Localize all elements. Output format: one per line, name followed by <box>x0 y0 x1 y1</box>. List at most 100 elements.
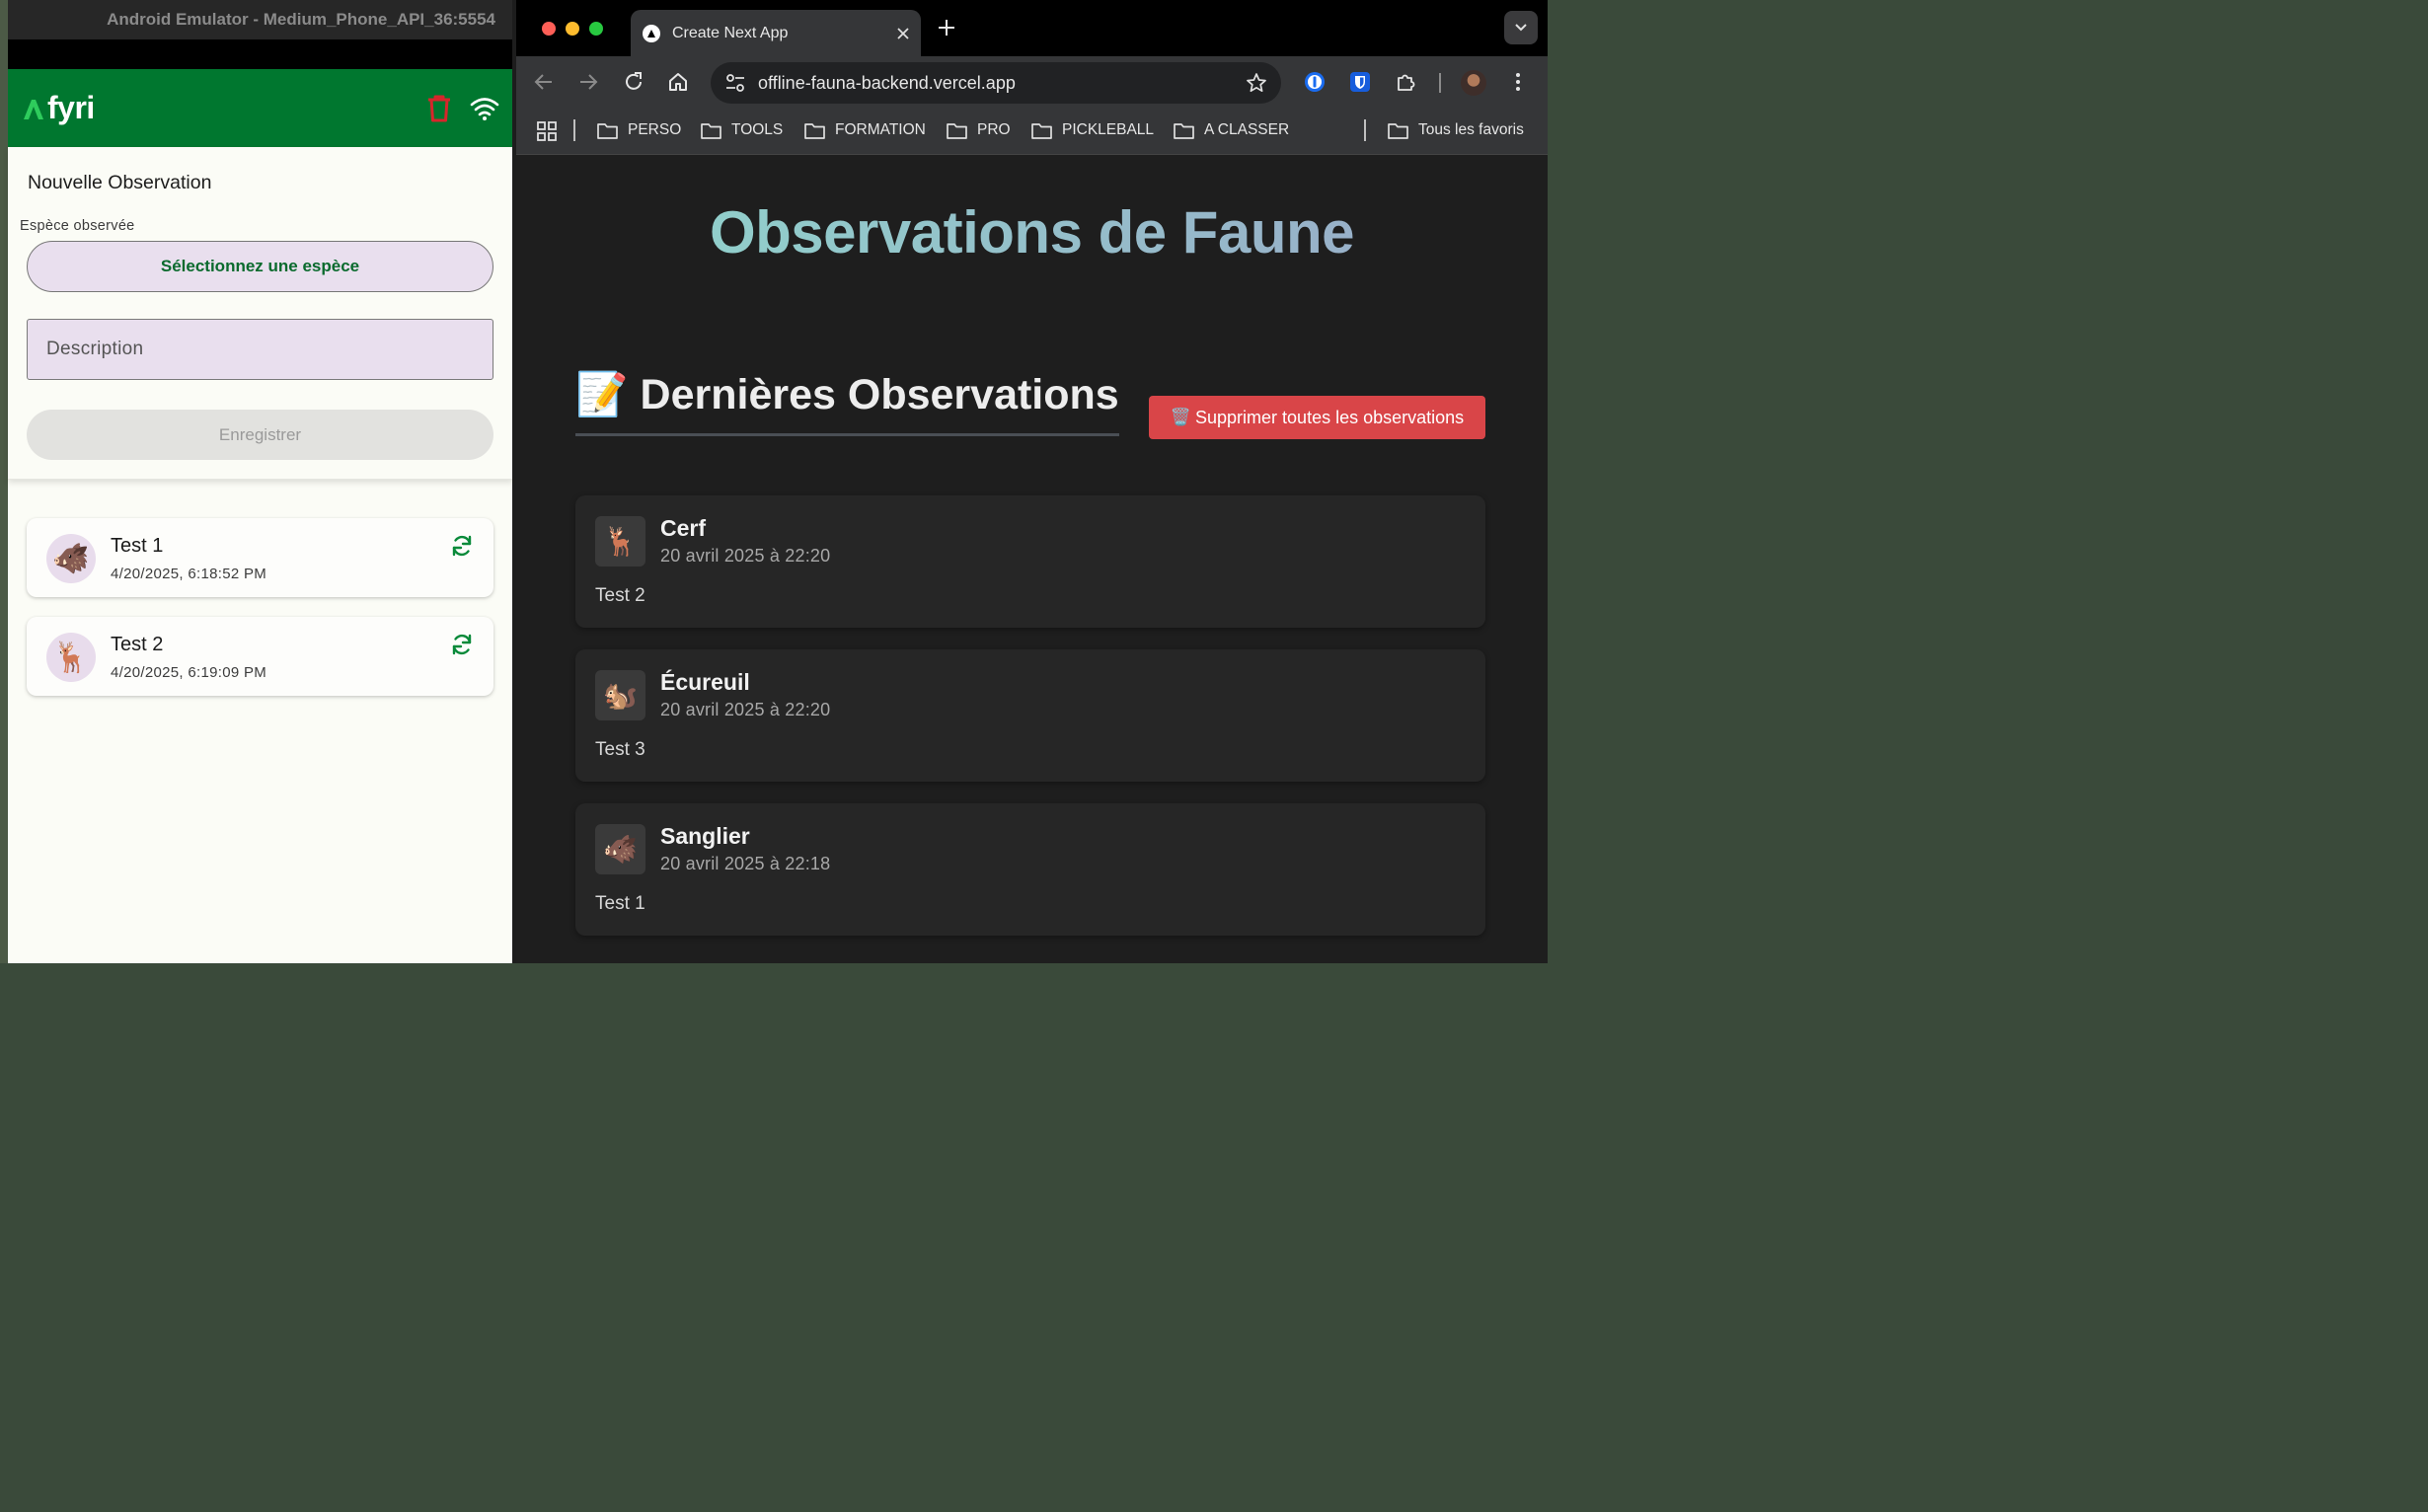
close-tab-icon[interactable] <box>897 27 909 39</box>
bitwarden-extension-icon[interactable] <box>1348 70 1372 94</box>
folder-icon <box>1031 122 1052 139</box>
sync-button[interactable] <box>450 633 474 656</box>
extensions-puzzle-icon[interactable] <box>1395 71 1416 93</box>
tab-active[interactable]: Create Next App <box>631 10 921 56</box>
nextjs-favicon-icon <box>643 24 660 42</box>
sync-button[interactable] <box>450 534 474 558</box>
browser-toolbar: offline-fauna-backend.vercel.app <box>516 56 1548 110</box>
observation-description: Test 2 <box>595 585 645 606</box>
bookmark-folder[interactable]: FORMATION <box>804 121 926 139</box>
observation-date: 4/20/2025, 6:19:09 PM <box>111 664 267 681</box>
folder-icon <box>701 122 721 139</box>
description-input[interactable]: Description <box>27 319 493 380</box>
bookmarks-bar: PERSO TOOLS FORMATION PRO PICKLEBALL A C… <box>516 110 1548 155</box>
bookmark-label: A CLASSER <box>1204 121 1290 138</box>
observation-date: 4/20/2025, 6:18:52 PM <box>111 566 267 582</box>
observation-card[interactable]: 🐗 Test 1 4/20/2025, 6:18:52 PM <box>27 518 493 597</box>
connectivity-status[interactable] <box>470 96 499 121</box>
home-icon[interactable] <box>667 71 689 93</box>
address-bar[interactable]: offline-fauna-backend.vercel.app <box>711 62 1281 104</box>
observation-name: Test 1 <box>111 535 164 557</box>
new-tab-icon[interactable] <box>936 17 957 38</box>
bookmark-label: PICKLEBALL <box>1062 121 1155 138</box>
close-window-button[interactable] <box>542 22 556 36</box>
observation-card: 🦌 Cerf 20 avril 2025 à 22:20 Test 2 <box>575 495 1485 628</box>
observation-card[interactable]: 🦌 Test 2 4/20/2025, 6:19:09 PM <box>27 617 493 696</box>
observation-species: Sanglier <box>660 823 750 849</box>
app-bar: fyri <box>8 69 513 147</box>
back-icon[interactable] <box>533 71 555 93</box>
tab-title: Create Next App <box>672 24 789 41</box>
chevron-down-icon <box>1515 24 1527 32</box>
observation-name: Test 2 <box>111 634 164 655</box>
folder-icon <box>947 122 967 139</box>
delete-all-button[interactable] <box>426 94 452 123</box>
observation-species: Écureuil <box>660 669 750 695</box>
species-label: Espèce observée <box>20 218 135 234</box>
android-status-bar <box>8 39 513 69</box>
apps-grid-icon[interactable] <box>537 121 557 141</box>
observation-description: Test 3 <box>595 739 645 760</box>
form-title: Nouvelle Observation <box>28 172 212 193</box>
squirrel-icon: 🐿️ <box>595 670 645 720</box>
folder-icon <box>597 122 618 139</box>
page-title: Observations de Faune <box>516 198 1548 266</box>
observation-species: Cerf <box>660 515 707 541</box>
browser-window: Create Next App offline-fauna-backend.ve… <box>516 0 1548 963</box>
logo-text: fyri <box>47 90 95 125</box>
observation-card: 🐗 Sanglier 20 avril 2025 à 22:18 Test 1 <box>575 803 1485 936</box>
observation-date: 20 avril 2025 à 22:20 <box>660 546 831 566</box>
android-emulator-window: Android Emulator - Medium_Phone_API_36:5… <box>0 0 515 963</box>
folder-icon <box>1174 122 1194 139</box>
observations-heading-text: Dernières Observations <box>640 370 1119 418</box>
bookmark-folder[interactable]: TOOLS <box>701 121 783 139</box>
maximize-window-button[interactable] <box>589 22 603 36</box>
web-page: Observations de Faune 📝 Dernières Observ… <box>516 155 1548 963</box>
boar-icon: 🐗 <box>46 534 96 583</box>
observation-card: 🐿️ Écureuil 20 avril 2025 à 22:20 Test 3 <box>575 649 1485 782</box>
more-menu-icon[interactable] <box>1512 71 1524 93</box>
delete-all-observations-button[interactable]: 🗑️ Supprimer toutes les observations <box>1149 396 1485 439</box>
minimize-window-button[interactable] <box>566 22 579 36</box>
wastebasket-icon: 🗑️ <box>1170 408 1192 426</box>
observation-date: 20 avril 2025 à 22:20 <box>660 700 831 719</box>
observation-date: 20 avril 2025 à 22:18 <box>660 854 831 873</box>
folder-icon <box>1388 122 1408 139</box>
observations-heading: 📝 Dernières Observations <box>575 370 1119 436</box>
toolbar-separator <box>1439 73 1441 93</box>
delete-all-label: Supprimer toutes les observations <box>1195 407 1465 427</box>
forward-icon[interactable] <box>577 71 599 93</box>
trash-icon <box>428 95 450 121</box>
bookmark-label: Tous les favoris <box>1418 121 1524 138</box>
save-button[interactable]: Enregistrer <box>27 410 493 460</box>
bookmark-label: PERSO <box>628 121 682 138</box>
bookmarks-separator <box>1364 119 1366 141</box>
reload-icon[interactable] <box>623 71 645 93</box>
tab-search-button[interactable] <box>1504 11 1538 44</box>
url-text[interactable]: offline-fauna-backend.vercel.app <box>758 73 1246 94</box>
wifi-icon <box>470 97 499 120</box>
deer-icon: 🦌 <box>595 516 645 567</box>
select-species-button[interactable]: Sélectionnez une espèce <box>27 241 493 292</box>
bookmark-folder[interactable]: PERSO <box>597 121 681 139</box>
all-bookmarks-folder[interactable]: Tous les favoris <box>1388 121 1524 139</box>
bookmarks-separator <box>573 119 575 141</box>
boar-icon: 🐗 <box>595 824 645 874</box>
bookmark-folder[interactable]: A CLASSER <box>1174 121 1289 139</box>
tab-strip: Create Next App <box>516 0 1548 56</box>
sync-icon <box>452 634 472 655</box>
bookmark-star-icon[interactable] <box>1246 72 1267 94</box>
profile-avatar[interactable] <box>1461 70 1486 96</box>
memo-icon: 📝 <box>575 371 629 418</box>
bookmark-label: FORMATION <box>835 121 926 138</box>
site-settings-icon[interactable] <box>724 73 746 93</box>
observation-description: Test 1 <box>595 893 645 914</box>
bookmark-folder[interactable]: PICKLEBALL <box>1031 121 1154 139</box>
app-logo: fyri <box>22 90 95 126</box>
sync-icon <box>452 535 472 557</box>
bookmark-folder[interactable]: PRO <box>947 121 1011 139</box>
logo-mark-icon <box>24 99 43 119</box>
emulator-title: Android Emulator - Medium_Phone_API_36:5… <box>8 0 513 39</box>
password-manager-extension-icon[interactable] <box>1303 70 1327 94</box>
bookmark-label: TOOLS <box>731 121 784 138</box>
